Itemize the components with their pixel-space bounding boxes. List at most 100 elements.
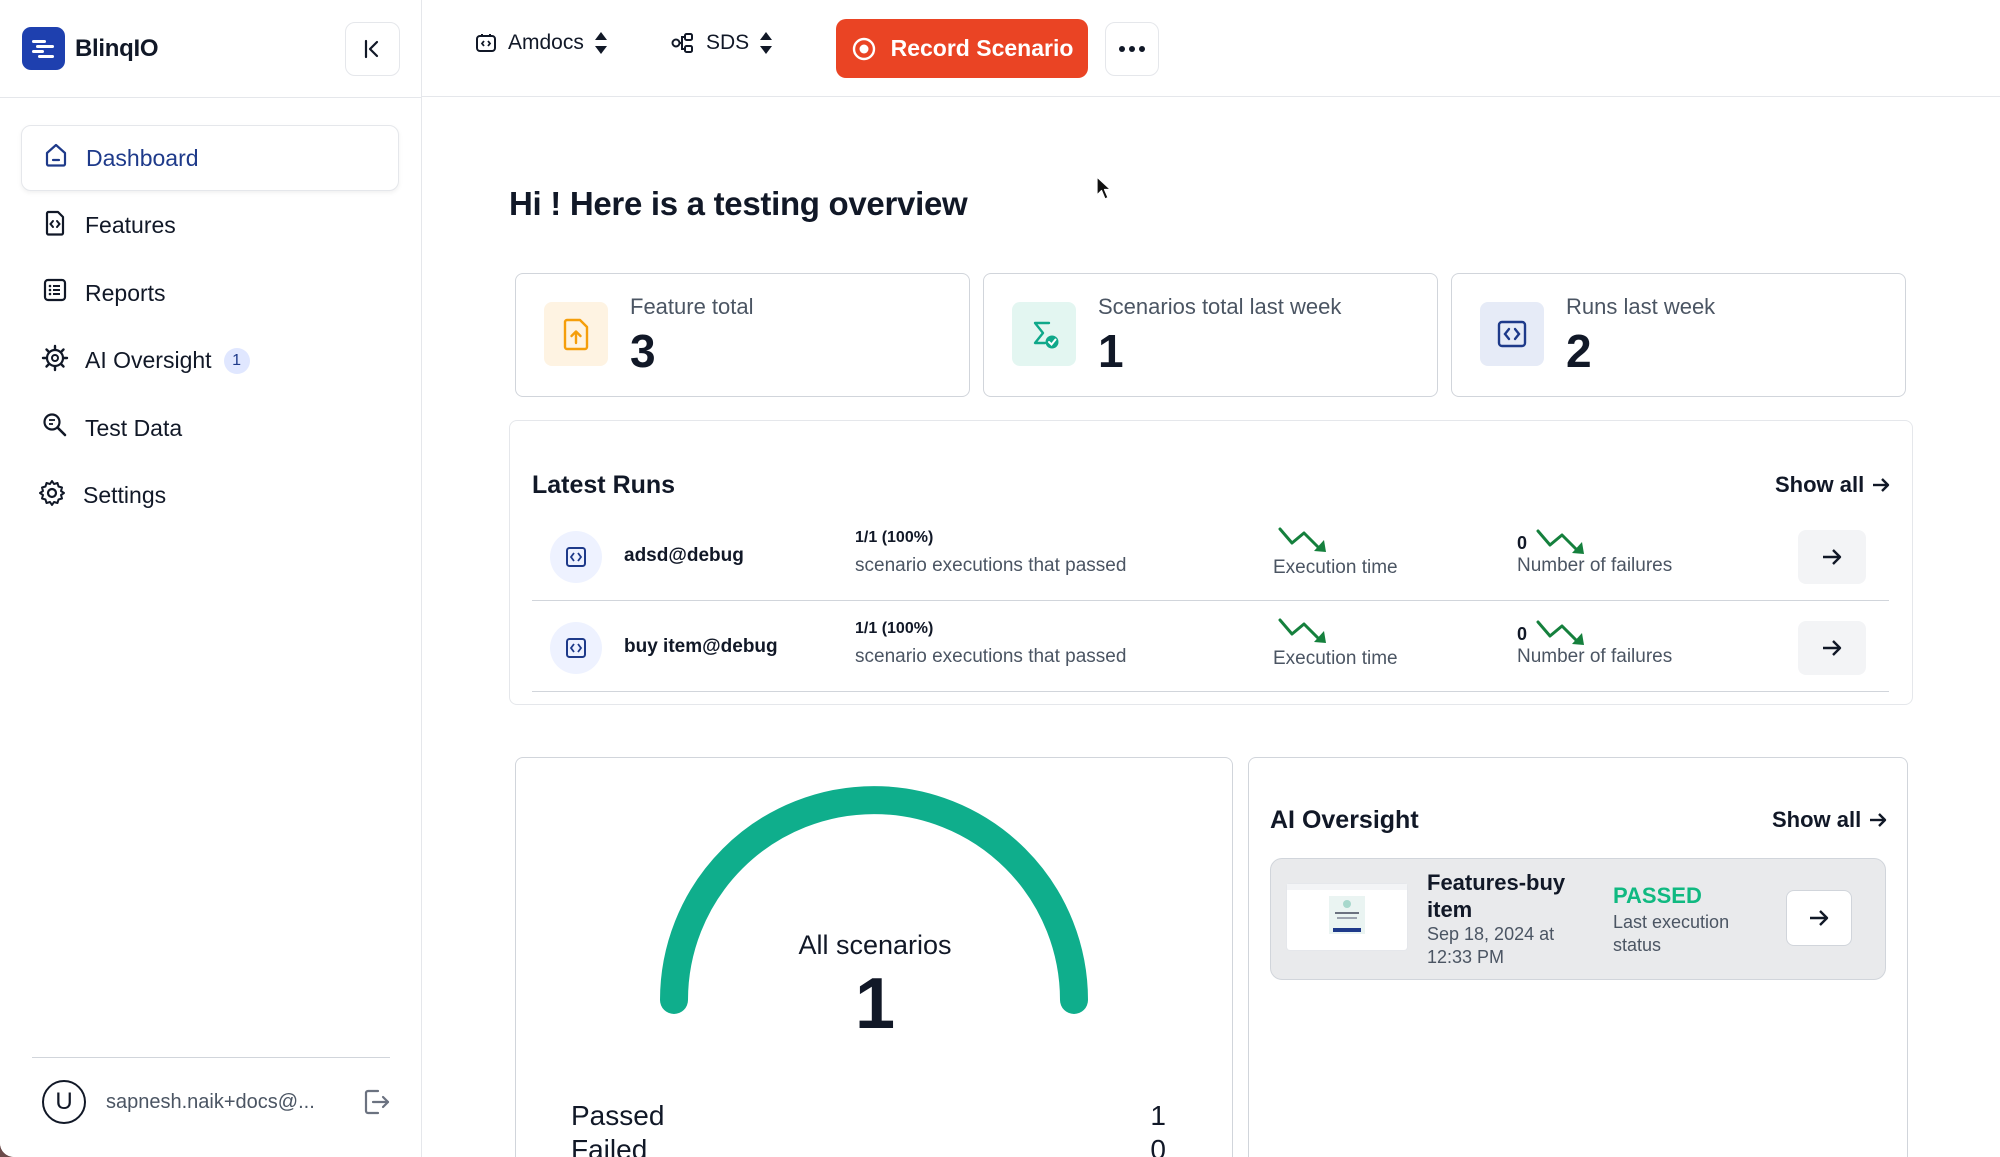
- run-name: adsd@debug: [624, 545, 744, 566]
- legend-passed-value: 1: [1150, 1100, 1166, 1131]
- run-row[interactable]: buy item@debug 1/1 (100%) scenario execu…: [532, 602, 1889, 692]
- latest-runs-show-all-link[interactable]: Show all: [1775, 472, 1890, 498]
- legend-failed: Failed 0: [571, 1134, 1166, 1157]
- app-window: BlinqIO Dashboard Features Reports AI Ov…: [0, 0, 2000, 1157]
- execution-time-label: Execution time: [1273, 648, 1398, 669]
- legend-failed-label: Failed: [571, 1134, 648, 1157]
- dashboard-main: Hi ! Here is a testing overview Feature …: [422, 97, 2000, 1157]
- more-options-button[interactable]: [1105, 22, 1159, 76]
- legend-failed-value: 0: [1150, 1134, 1166, 1157]
- failures-label: Number of failures: [1517, 646, 1673, 667]
- ai-oversight-show-all-link[interactable]: Show all: [1772, 807, 1887, 833]
- sidebar-item-ai-oversight[interactable]: AI Oversight 1: [21, 328, 399, 394]
- run-name: buy item@debug: [624, 636, 778, 657]
- logout-icon: [364, 1089, 390, 1115]
- feature-upload-icon: [544, 302, 608, 366]
- execution-time-label: Execution time: [1273, 557, 1398, 578]
- page-title: Hi ! Here is a testing overview: [509, 185, 968, 222]
- sidebar-nav: Dashboard Features Reports AI Oversight: [21, 125, 399, 530]
- gear-icon: [37, 478, 67, 514]
- open-run-button[interactable]: [1798, 530, 1866, 584]
- ai-gear-icon: [41, 344, 69, 378]
- brand[interactable]: BlinqIO: [22, 27, 159, 70]
- sidebar-item-label: Reports: [85, 279, 166, 306]
- record-scenario-label: Record Scenario: [890, 35, 1074, 61]
- sidebar-item-label: Settings: [83, 482, 167, 508]
- stat-card-runs-last-week: Runs last week 2: [1451, 273, 1906, 397]
- sidebar-item-reports[interactable]: Reports: [21, 260, 399, 326]
- trend-down-icon: [1536, 620, 1584, 645]
- ai-oversight-title: AI Oversight: [1270, 806, 1419, 834]
- stat-label: Runs last week: [1566, 294, 1716, 319]
- sidebar-item-label: Test Data: [85, 414, 183, 441]
- screenshot-thumbnail: [1287, 884, 1407, 950]
- top-bar: Amdocs SDS Record Scenario: [422, 0, 2000, 97]
- user-email: sapnesh.naik+docs@...: [106, 1090, 315, 1113]
- sort-arrows-icon: [760, 32, 773, 54]
- scenarios-gauge-card: All scenarios 1 Passed 1 Failed 0: [515, 757, 1233, 1157]
- gauge-label: All scenarios: [798, 930, 952, 960]
- search-data-icon: [41, 411, 69, 445]
- ai-oversight-card: AI Oversight Show all Features-buy item …: [1248, 757, 1908, 1157]
- stat-card-feature-total: Feature total 3: [515, 273, 970, 397]
- feature-file-icon: [41, 209, 69, 243]
- stat-card-scenarios-total: Scenarios total last week 1: [983, 273, 1438, 397]
- sidebar-item-label: Features: [85, 212, 176, 238]
- more-icon: [1119, 46, 1145, 52]
- show-all-label: Show all: [1775, 472, 1865, 497]
- home-icon: [42, 141, 70, 175]
- collapse-sidebar-button[interactable]: [345, 22, 400, 76]
- brand-name: BlinqIO: [75, 34, 159, 62]
- logout-button[interactable]: [358, 1084, 394, 1120]
- trend-down-icon: [1278, 527, 1326, 552]
- sort-arrows-icon: [594, 32, 607, 54]
- project-name: Amdocs: [508, 31, 584, 54]
- arrow-right-icon: [1873, 478, 1890, 492]
- sidebar-item-dashboard[interactable]: Dashboard: [21, 125, 399, 191]
- avatar: U: [42, 1080, 86, 1124]
- legend-passed-label: Passed: [571, 1100, 665, 1131]
- stat-value: 3: [630, 325, 656, 377]
- collapse-icon: [364, 39, 378, 59]
- open-oversight-button[interactable]: [1786, 890, 1852, 946]
- latest-runs-panel: Latest Runs Show all adsd@debug 1/1 (100…: [509, 420, 1913, 705]
- divider: [0, 97, 422, 98]
- user-profile[interactable]: U sapnesh.naik+docs@...: [42, 1080, 346, 1124]
- arrow-right-icon: [1823, 549, 1842, 565]
- record-scenario-button[interactable]: Record Scenario: [836, 19, 1088, 78]
- failure-count: 0: [1517, 624, 1528, 644]
- status-badge: PASSED: [1613, 883, 1702, 908]
- run-code-icon: [550, 531, 602, 583]
- latest-runs-title: Latest Runs: [532, 471, 676, 499]
- sidebar-item-settings[interactable]: Settings: [21, 463, 399, 529]
- sidebar-item-label: Dashboard: [86, 144, 199, 171]
- sidebar-item-label: AI Oversight: [85, 347, 212, 373]
- gauge-total: 1: [854, 964, 896, 1044]
- sidebar-item-test-data[interactable]: Test Data: [21, 395, 399, 461]
- project-icon: [476, 34, 496, 52]
- project-selector[interactable]: Amdocs: [474, 30, 608, 56]
- sidebar-item-features[interactable]: Features: [21, 193, 399, 259]
- environment-name: SDS: [706, 31, 750, 54]
- record-icon: [852, 37, 875, 60]
- ai-oversight-item[interactable]: Features-buy item Sep 18, 2024 at 12:33 …: [1270, 858, 1886, 980]
- environment-selector[interactable]: SDS: [670, 30, 773, 56]
- run-pass-ratio-label: scenario executions that passed: [855, 555, 1127, 576]
- stat-label: Scenarios total last week: [1098, 294, 1342, 319]
- arrow-right-icon: [1810, 910, 1829, 926]
- failure-count: 0: [1517, 533, 1528, 553]
- divider: [32, 1057, 390, 1058]
- arrow-right-icon: [1823, 640, 1842, 656]
- run-row[interactable]: adsd@debug 1/1 (100%) scenario execution…: [532, 511, 1889, 601]
- mouse-cursor-icon: [1096, 176, 1112, 200]
- notification-badge: 1: [223, 347, 250, 374]
- run-pass-ratio: 1/1 (100%): [855, 529, 934, 546]
- list-icon: [41, 276, 69, 310]
- blinqio-logo-icon: [22, 27, 65, 70]
- sidebar: BlinqIO Dashboard Features Reports AI Ov…: [0, 0, 422, 1157]
- code-window-icon: [1480, 302, 1544, 366]
- stat-value: 2: [1566, 325, 1592, 377]
- open-run-button[interactable]: [1798, 621, 1866, 675]
- oversight-item-title: Features-buy item: [1427, 870, 1566, 922]
- run-code-icon: [550, 622, 602, 674]
